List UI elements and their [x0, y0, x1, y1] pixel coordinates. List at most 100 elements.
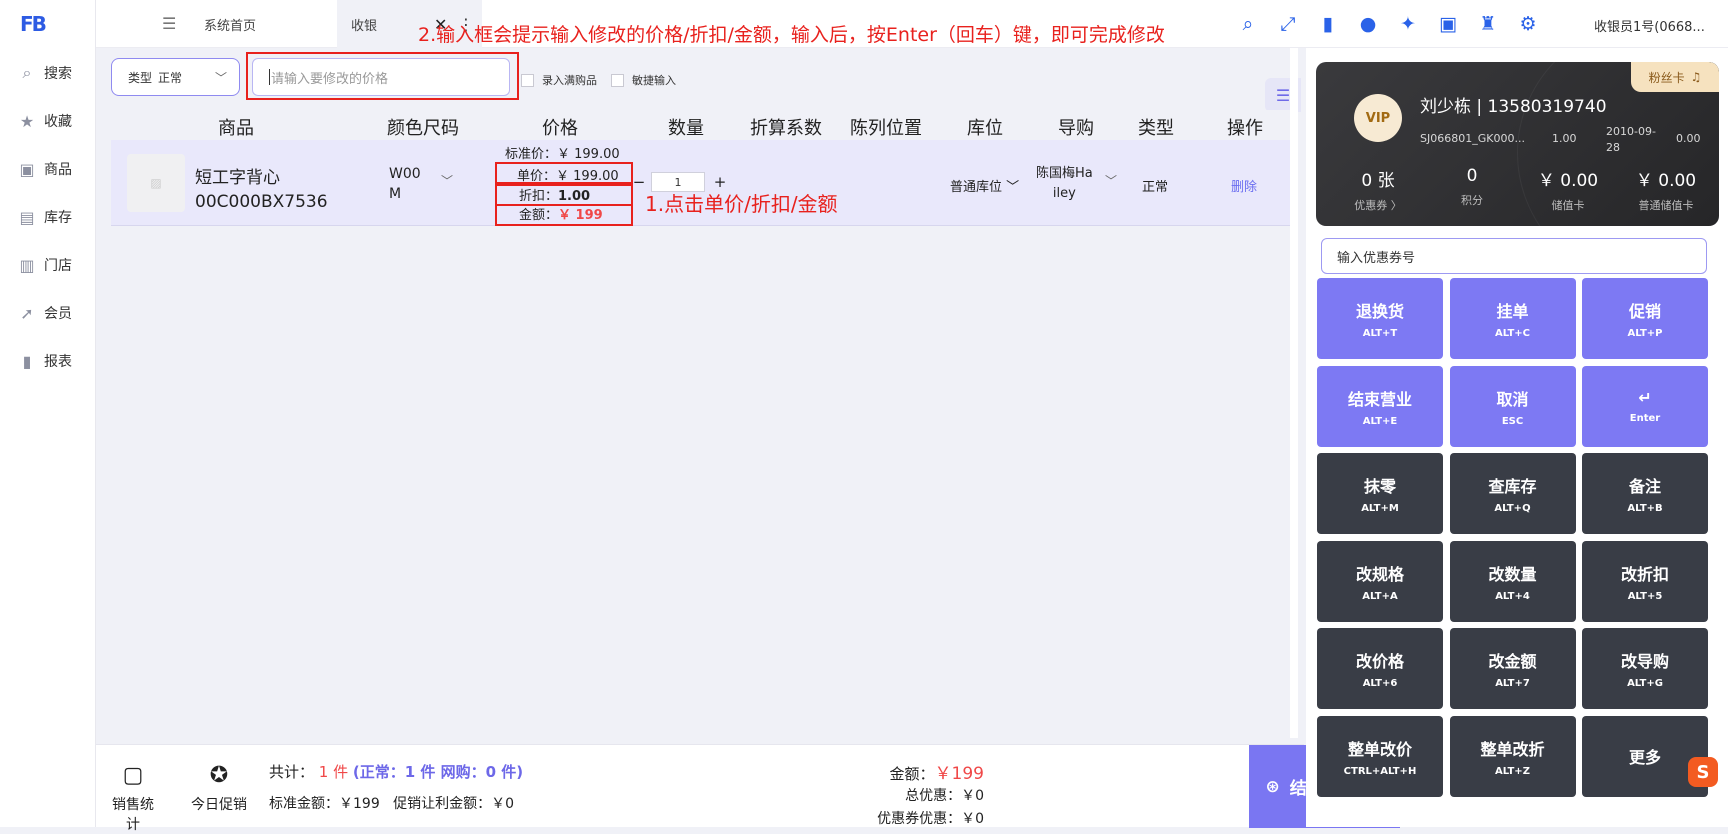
stat-label: 优惠券 〉 [1354, 199, 1402, 212]
change-spec-button[interactable]: 改规格 ALT+A [1317, 540, 1443, 622]
total-count: 共计： 1 件 (正常：1 件 网购：0 件) [269, 761, 523, 782]
color-size[interactable]: W00 M [389, 164, 421, 204]
stat-coupons[interactable]: 0 张优惠券 〉 [1328, 166, 1428, 213]
key-title: 改价格 [1355, 652, 1404, 671]
hold-order-button[interactable]: 挂单 ALT+C [1449, 278, 1576, 359]
change-discount-button[interactable]: 改折扣 ALT+5 [1582, 540, 1708, 622]
collapse-menu-icon[interactable]: ☰ [162, 14, 176, 33]
change-quantity-button[interactable]: 改数量 ALT+4 [1449, 540, 1576, 622]
promotion-button[interactable]: 促销 ALT+P [1582, 278, 1708, 359]
store-icon: ▥ [19, 255, 35, 275]
sidebar-item-favorites[interactable]: ★ 收藏 [18, 109, 88, 133]
bulb-icon[interactable]: ✦ [1396, 12, 1420, 36]
col-action: 操作 [1227, 118, 1263, 139]
order-change-discount-button[interactable]: 整单改折 ALT+Z [1449, 715, 1576, 797]
sidebar-item-store[interactable]: ▥ 门店 [18, 253, 88, 277]
coupon-discount: 优惠券优惠：￥0 [877, 811, 984, 827]
return-exchange-button[interactable]: 退换货 ALT+T [1317, 278, 1443, 359]
sidebar-item-label: 门店 [44, 258, 72, 274]
key-title: 改折扣 [1620, 564, 1669, 584]
download-icon[interactable]: ▣ [1436, 12, 1460, 36]
key-shortcut: ALT+E [1362, 415, 1398, 427]
stat-points: 0 积分 [1422, 166, 1522, 208]
stat-label: 积分 [1461, 194, 1483, 207]
checkbox-full-purchase[interactable]: 录入满购品 [521, 72, 597, 88]
sidebar-item-search[interactable]: ⌕ 搜索 [18, 61, 88, 85]
col-product: 商品 [218, 118, 254, 139]
sidebar-item-products[interactable]: ▣ 商品 [18, 157, 88, 181]
tab-home[interactable]: 系统首页 [204, 0, 334, 48]
key-shortcut: ALT+5 [1627, 590, 1663, 602]
scrollbar[interactable] [1290, 48, 1298, 738]
change-price-button[interactable]: 改价格 ALT+6 [1317, 628, 1443, 709]
sidebar: FB ⌕ 搜索 ★ 收藏 ▣ 商品 ▤ 库存 ▥ 门店 ➚ 会员 ▮ 报表 [0, 0, 96, 827]
sidebar-item-label: 库存 [44, 210, 72, 226]
ime-badge-icon[interactable]: S [1688, 757, 1718, 787]
round-off-button[interactable]: 抹零 ALT+M [1317, 453, 1443, 534]
total-breakdown: (正常：1 件 网购：0 件) [352, 763, 524, 781]
checkbox-quick-input[interactable]: 敏捷输入 [611, 72, 676, 88]
shirt-icon[interactable]: ♜ [1476, 12, 1500, 36]
checkbox-box[interactable] [611, 73, 624, 87]
price-input[interactable]: 请输入要修改的价格 [252, 58, 510, 96]
col-guide: 导购 [1058, 118, 1094, 139]
enter-button[interactable]: ↵ Enter [1582, 365, 1708, 447]
key-shortcut: ALT+M [1361, 503, 1399, 514]
key-shortcut: ALT+A [1362, 590, 1398, 602]
key-shortcut: ESC [1501, 415, 1524, 427]
total-prefix: 共计： [269, 763, 315, 781]
bottom-bar: ▢ 销售统计 ✪ 今日促销 共计： 1 件 (正常：1 件 网购：0 件) 标准… [96, 744, 1400, 833]
current-user[interactable]: 收银员1号(0668... [1594, 16, 1705, 35]
key-shortcut: ALT+Z [1495, 765, 1530, 777]
col-type: 类型 [1138, 118, 1174, 139]
sidebar-item-member[interactable]: ➚ 会员 [18, 301, 88, 325]
key-title: 整单改价 [1347, 739, 1412, 759]
key-title: 挂单 [1496, 302, 1529, 321]
change-amount-button[interactable]: 改金额 ALT+7 [1449, 628, 1576, 709]
table-header: 商品 颜色尺码 价格 数量 折算系数 陈列位置 库位 导购 类型 操作 [111, 110, 1295, 140]
color-value: W00 [389, 166, 421, 182]
warehouse-select[interactable]: 普通库位 ﹀ [950, 176, 1019, 195]
row-type: 正常 [1142, 180, 1169, 195]
gear-icon[interactable]: ⚙ [1516, 12, 1540, 36]
stat-value: 0 [1466, 166, 1478, 186]
key-shortcut: ALT+G [1627, 678, 1663, 689]
col-conversion: 折算系数 [750, 118, 822, 139]
check-stock-button[interactable]: 查库存 ALT+Q [1449, 453, 1576, 534]
key-title: 整单改折 [1480, 739, 1545, 759]
sales-stats-button[interactable]: ▢ 销售统计 [106, 763, 160, 834]
chevron-down-icon[interactable]: ﹀ [1105, 172, 1117, 189]
expand-icon[interactable]: ⤢ [1276, 12, 1300, 36]
user-icon[interactable]: ● [1356, 12, 1380, 36]
clipboard-icon[interactable]: ▮ [1316, 12, 1340, 36]
delete-link[interactable]: 删除 [1231, 176, 1257, 195]
sidebar-item-label: 商品 [44, 162, 72, 178]
member-card[interactable]: VIP 刘少栋 | 13580319740 SJ066801_GK000... … [1316, 62, 1719, 226]
order-change-price-button[interactable]: 整单改价 CTRL+ALT+H [1317, 715, 1443, 797]
checkbox-box[interactable] [521, 73, 534, 87]
search-icon[interactable]: ⌕ [1236, 12, 1260, 36]
stat-value: 0 张 [1361, 171, 1395, 191]
product-title: 短工字背心 [195, 168, 280, 188]
chevron-down-icon[interactable]: ﹀ [441, 172, 453, 189]
sidebar-item-reports[interactable]: ▮ 报表 [18, 349, 88, 373]
fans-card-tag[interactable]: 粉丝卡 ♫ [1631, 62, 1719, 92]
key-shortcut: ALT+C [1495, 328, 1530, 339]
vip-badge-icon: VIP [1354, 94, 1402, 142]
today-promo-button[interactable]: ✪ 今日促销 [187, 763, 251, 814]
remark-button[interactable]: 备注 ALT+B [1582, 453, 1708, 534]
annotation-box-unit-price [495, 162, 633, 184]
key-title: 改金额 [1488, 652, 1537, 671]
member-date: 2010-09-28 [1606, 125, 1656, 154]
end-business-button[interactable]: 结束营业 ALT+E [1317, 365, 1443, 447]
sidebar-item-inventory[interactable]: ▤ 库存 [18, 205, 88, 229]
key-title: ↵ [1638, 388, 1652, 407]
key-shortcut: ALT+B [1627, 503, 1663, 514]
chart-icon: ▮ [22, 351, 32, 371]
cancel-button[interactable]: 取消 ESC [1449, 365, 1576, 447]
change-guide-button[interactable]: 改导购 ALT+G [1582, 628, 1708, 709]
coupon-input[interactable]: 输入优惠券号 [1321, 238, 1707, 274]
key-shortcut: ALT+6 [1362, 678, 1398, 689]
type-select[interactable]: 类型 正常 ﹀ [111, 58, 240, 96]
guide-select[interactable]: 陈国梅Ha iley [1036, 164, 1093, 204]
